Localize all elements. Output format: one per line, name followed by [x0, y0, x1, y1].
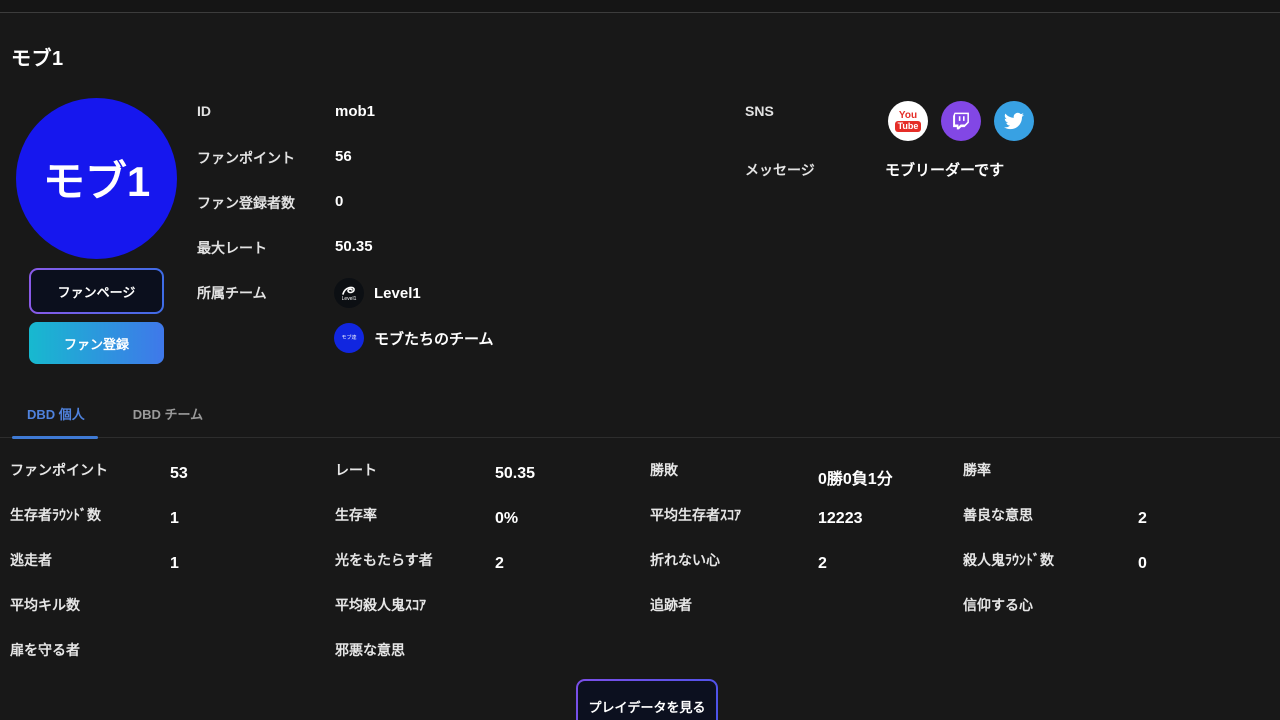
stat-cell-win-rate: 勝率	[963, 458, 1275, 503]
stat-cell-unbroken: 折れない心 2	[650, 548, 963, 593]
active-tab-underline	[12, 436, 98, 439]
stat-cell-rate: レート 50.35	[335, 458, 650, 503]
message-value: モブリーダーです	[885, 159, 1004, 180]
sns-icon-row: You Tube	[888, 101, 1034, 141]
tab-dbd-team[interactable]: DBD チーム	[133, 404, 203, 423]
team-level1-name[interactable]: Level1	[374, 285, 421, 302]
youtube-icon-text-top: You	[899, 111, 917, 121]
youtube-icon[interactable]: You Tube	[888, 101, 928, 141]
stat-cell-gatekeeper: 扉を守る者	[10, 638, 335, 683]
fan-subscriber-label: ファン登録者数	[197, 193, 295, 213]
id-value: mob1	[335, 103, 375, 120]
youtube-icon-text-bottom: Tube	[895, 121, 922, 132]
fan-register-button[interactable]: ファン登録	[29, 322, 164, 364]
fan-page-button-label[interactable]: ファンページ	[31, 270, 162, 312]
team-mob-icon: モブ達	[334, 323, 364, 353]
tab-bar: DBD 個人 DBD チーム	[27, 404, 203, 423]
tab-divider-line	[0, 437, 1280, 438]
stat-cell-fan-point: ファンポイント 53	[10, 458, 335, 503]
stat-cell-benevolent: 善良な意思 2	[963, 503, 1275, 548]
stat-cell-survival-rate: 生存率 0%	[335, 503, 650, 548]
fan-point-value: 56	[335, 148, 352, 165]
avatar: モブ1	[16, 98, 177, 259]
max-rate-label: 最大レート	[197, 238, 267, 258]
team-level1-icon: Level1	[334, 278, 364, 308]
stat-cell-lightbringer: 光をもたらす者 2	[335, 548, 650, 593]
view-play-data-button[interactable]: プレイデータを見る	[576, 679, 718, 720]
max-rate-value: 50.35	[335, 238, 373, 255]
twitch-icon[interactable]	[941, 101, 981, 141]
team-level1-badge-text: Level1	[342, 297, 357, 302]
stat-cell-devout: 信仰する心	[963, 593, 1275, 638]
team-mob-name[interactable]: モブたちのチーム	[374, 328, 494, 349]
stat-cell-survivor-rounds: 生存者ﾗｳﾝﾄﾞ数 1	[10, 503, 335, 548]
stat-cell-killer-rounds: 殺人鬼ﾗｳﾝﾄﾞ数 0	[963, 548, 1275, 593]
view-play-data-button-label[interactable]: プレイデータを見る	[578, 681, 716, 720]
sns-label: SNS	[745, 103, 774, 119]
stats-grid: ファンポイント 53 レート 50.35 勝敗 0勝0負1分 勝率 生存者ﾗｳﾝ…	[10, 458, 1275, 683]
stat-cell-escapee: 逃走者 1	[10, 548, 335, 593]
top-divider-bar	[0, 0, 1280, 13]
message-label: メッセージ	[745, 160, 815, 180]
stat-cell-chaser: 追跡者	[650, 593, 963, 638]
team-mob-badge-text: モブ達	[341, 336, 356, 341]
team-label: 所属チーム	[197, 283, 267, 303]
page-title: モブ1	[11, 42, 64, 71]
tab-dbd-personal[interactable]: DBD 個人	[27, 404, 85, 423]
team-row-level1[interactable]: Level1 Level1	[334, 278, 421, 308]
fan-subscriber-value: 0	[335, 193, 343, 210]
twitter-icon[interactable]	[994, 101, 1034, 141]
id-label: ID	[197, 103, 211, 119]
stat-cell-win-loss: 勝敗 0勝0負1分	[650, 458, 963, 503]
stat-cell-avg-kills: 平均キル数	[10, 593, 335, 638]
avatar-text: モブ1	[43, 148, 150, 209]
fan-point-label: ファンポイント	[197, 148, 295, 168]
stat-cell-malicious: 邪悪な意思	[335, 638, 650, 683]
stat-cell-avg-killer-score: 平均殺人鬼ｽｺｱ	[335, 593, 650, 638]
team-row-mob[interactable]: モブ達 モブたちのチーム	[334, 323, 494, 353]
fan-page-button[interactable]: ファンページ	[29, 268, 164, 314]
stat-cell-avg-survivor-score: 平均生存者ｽｺｱ 12223	[650, 503, 963, 548]
